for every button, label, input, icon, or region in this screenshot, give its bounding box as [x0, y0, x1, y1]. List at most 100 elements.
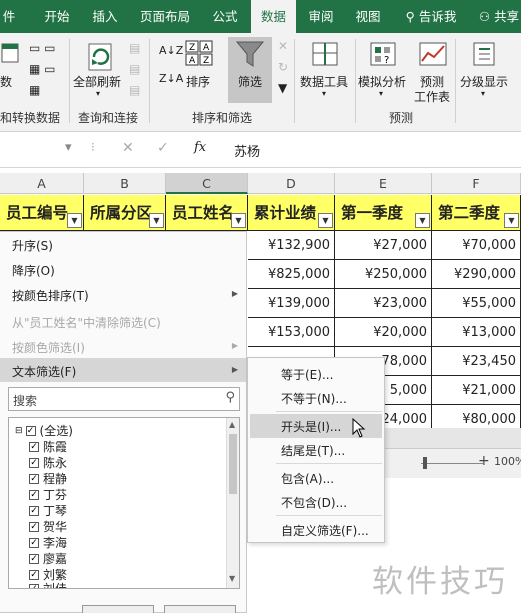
- table-cell[interactable]: ¥23,450: [432, 347, 521, 376]
- sort-button[interactable]: 排序: [186, 73, 210, 90]
- checkbox-icon[interactable]: ✓: [29, 521, 39, 532]
- cancel-button[interactable]: [164, 605, 236, 613]
- horizontal-scrollbar[interactable]: [385, 428, 521, 448]
- menu-item-sort-ascending[interactable]: 升序(S): [12, 237, 53, 254]
- filter-search-input[interactable]: 搜索 ⚲: [8, 387, 240, 411]
- filter-dropdown-icon[interactable]: ▼: [149, 213, 164, 228]
- list-item[interactable]: ✓ 陈永: [29, 454, 67, 471]
- tab-tell-me[interactable]: ⚲ 告诉我: [396, 0, 466, 33]
- table-cell[interactable]: ¥55,000: [432, 289, 521, 318]
- tab-view[interactable]: 视图: [347, 0, 389, 33]
- table-cell[interactable]: ¥13,000: [432, 318, 521, 347]
- tab-home[interactable]: 开始: [36, 0, 78, 33]
- checkbox-icon[interactable]: ✓: [29, 505, 39, 516]
- forecast-sheet-icon[interactable]: [418, 41, 448, 67]
- table-cell[interactable]: ¥23,000: [335, 289, 432, 318]
- table-cell[interactable]: ¥153,000: [248, 318, 335, 347]
- queries-connections-icon[interactable]: ▤: [129, 41, 140, 55]
- what-if-analysis-button[interactable]: 模拟分析: [358, 73, 406, 90]
- refresh-all-button[interactable]: 全部刷新: [73, 73, 121, 90]
- outline-icon[interactable]: [470, 41, 498, 67]
- filter-dropdown-icon[interactable]: ▼: [231, 213, 246, 228]
- sort-za-icon[interactable]: Z↓A: [159, 72, 183, 85]
- advanced-filter-icon[interactable]: ▼: [278, 81, 287, 95]
- table-cell[interactable]: ¥250,000: [335, 260, 432, 289]
- filter-dropdown-icon[interactable]: ▼: [415, 213, 430, 228]
- submenu-item-not-contains[interactable]: 不包含(D)...: [281, 494, 347, 511]
- checkbox-icon[interactable]: ✓: [29, 457, 39, 468]
- checkbox-icon[interactable]: ✓: [29, 553, 39, 564]
- share-button[interactable]: ⚇ 共享: [476, 0, 521, 33]
- table-cell[interactable]: ¥139,000: [248, 289, 335, 318]
- column-header-d[interactable]: D: [248, 173, 335, 194]
- tab-page-layout[interactable]: 页面布局: [133, 0, 197, 33]
- name-box-dropdown-icon[interactable]: ▾: [65, 140, 72, 155]
- column-header-f[interactable]: F: [432, 173, 521, 194]
- menu-item-sort-by-color[interactable]: 按颜色排序(T): [12, 287, 89, 304]
- tab-data[interactable]: 数据: [251, 0, 296, 33]
- tab-file[interactable]: 件: [0, 0, 18, 33]
- new-query-icon[interactable]: [0, 41, 22, 65]
- from-table-icon[interactable]: ▦ ▭: [29, 62, 56, 76]
- checkbox-icon[interactable]: ✓: [29, 441, 39, 452]
- insert-function-icon[interactable]: fx: [194, 140, 206, 155]
- column-header-e[interactable]: E: [335, 173, 432, 194]
- table-cell[interactable]: ¥20,000: [335, 318, 432, 347]
- table-cell[interactable]: ¥27,000: [335, 231, 432, 260]
- filter-dropdown-icon[interactable]: ▼: [67, 213, 82, 228]
- zoom-slider-thumb[interactable]: [423, 457, 427, 469]
- menu-item-sort-descending[interactable]: 降序(O): [12, 262, 55, 279]
- sort-icon[interactable]: ZA AZ: [184, 39, 214, 67]
- checkbox-icon[interactable]: ✓: [29, 569, 39, 580]
- checkbox-icon[interactable]: ✓: [29, 473, 39, 484]
- sort-az-icon[interactable]: A↓Z: [159, 44, 183, 57]
- list-item-select-all[interactable]: ⊟ ✓ (全选): [15, 422, 73, 439]
- list-item[interactable]: ✓ 丁芬: [29, 486, 67, 503]
- menu-item-text-filter[interactable]: 文本筛选(F): [12, 363, 76, 380]
- list-item[interactable]: ✓ 刘佳: [29, 580, 67, 588]
- data-tools-button[interactable]: 数据工具: [300, 73, 348, 90]
- enter-check-icon[interactable]: ✓: [157, 140, 169, 156]
- show-queries-icon[interactable]: ▭ ▭: [29, 41, 56, 55]
- checkbox-icon[interactable]: ✓: [29, 583, 39, 588]
- list-scrollbar[interactable]: ▲ ▼: [226, 418, 239, 588]
- what-if-analysis-icon[interactable]: ?: [369, 41, 397, 67]
- table-cell[interactable]: ¥21,000: [432, 376, 521, 405]
- scrollbar-thumb[interactable]: [229, 434, 237, 494]
- filter-dropdown-icon[interactable]: ▼: [318, 213, 333, 228]
- zoom-in-icon[interactable]: +: [478, 453, 490, 469]
- submenu-item-begins-with[interactable]: 开头是(I)...: [281, 418, 341, 435]
- list-item[interactable]: ✓ 程静: [29, 470, 67, 487]
- recent-sources-icon[interactable]: ▦: [29, 83, 40, 97]
- column-header-b[interactable]: B: [84, 173, 166, 194]
- tab-insert[interactable]: 插入: [84, 0, 126, 33]
- checkbox-icon[interactable]: ✓: [25, 425, 36, 436]
- list-item[interactable]: ✓ 丁琴: [29, 502, 67, 519]
- checkbox-icon[interactable]: ✓: [29, 537, 39, 548]
- checkbox-icon[interactable]: ✓: [29, 489, 39, 500]
- list-item[interactable]: ✓ 廖嘉: [29, 550, 67, 567]
- tab-formulas[interactable]: 公式: [204, 0, 246, 33]
- table-cell[interactable]: ¥132,900: [248, 231, 335, 260]
- tab-review[interactable]: 审阅: [300, 0, 342, 33]
- list-item[interactable]: ✓ 贺华: [29, 518, 67, 535]
- list-item[interactable]: ✓ 陈霞: [29, 438, 67, 455]
- list-item[interactable]: ✓ 李海: [29, 534, 67, 551]
- table-cell[interactable]: ¥825,000: [248, 260, 335, 289]
- outline-button[interactable]: 分级显示: [460, 73, 508, 90]
- ok-button[interactable]: [82, 605, 154, 613]
- data-tools-icon[interactable]: [311, 41, 339, 67]
- submenu-item-ends-with[interactable]: 结尾是(T)...: [281, 442, 345, 459]
- column-header-c[interactable]: C: [166, 173, 248, 194]
- column-header-a[interactable]: A: [0, 173, 84, 194]
- filter-dropdown-icon[interactable]: ▼: [504, 213, 519, 228]
- formula-input[interactable]: 苏杨: [234, 141, 260, 160]
- submenu-item-equals[interactable]: 等于(E)...: [281, 366, 333, 383]
- submenu-item-contains[interactable]: 包含(A)...: [281, 470, 334, 487]
- scroll-down-icon[interactable]: ▼: [229, 574, 235, 583]
- cancel-icon[interactable]: ✕: [122, 140, 134, 156]
- zoom-slider[interactable]: [421, 463, 483, 464]
- refresh-all-icon[interactable]: [84, 41, 118, 73]
- submenu-item-custom-filter[interactable]: 自定义筛选(F)...: [281, 522, 369, 539]
- submenu-item-not-equals[interactable]: 不等于(N)...: [281, 390, 347, 407]
